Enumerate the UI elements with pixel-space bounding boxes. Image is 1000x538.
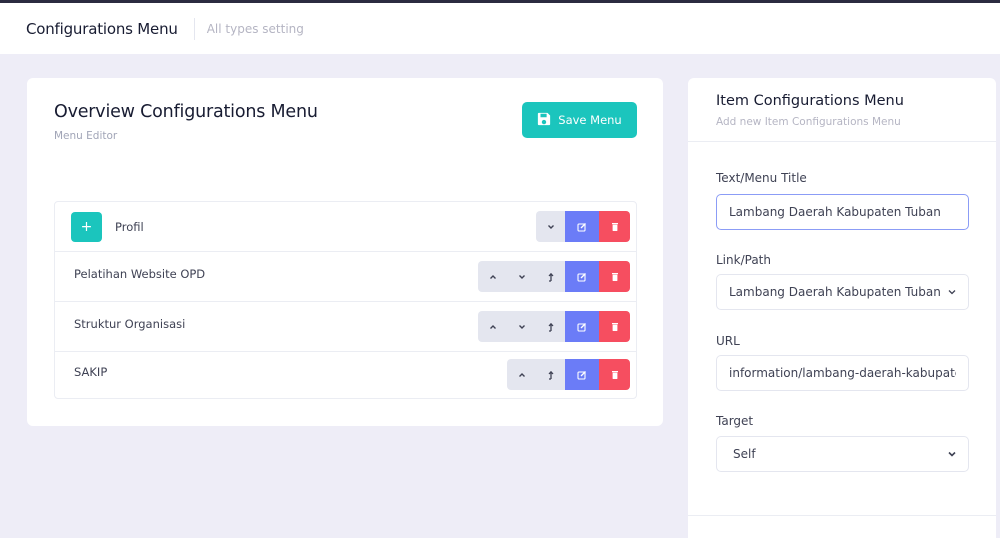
item-actions bbox=[536, 211, 630, 242]
overview-card: Overview Configurations Menu Menu Editor… bbox=[27, 78, 663, 426]
top-header: Configurations Menu All types setting bbox=[0, 3, 1000, 54]
move-up-button[interactable] bbox=[478, 311, 507, 342]
delete-button[interactable] bbox=[599, 261, 630, 292]
card-footer-divider bbox=[688, 515, 996, 516]
page-title: Configurations Menu bbox=[26, 19, 178, 38]
menu-item-label: SAKIP bbox=[74, 365, 108, 379]
move-down-button[interactable] bbox=[536, 211, 565, 242]
card-divider bbox=[688, 141, 996, 142]
menu-item-pelatihan[interactable]: Pelatihan Website OPD bbox=[55, 252, 636, 302]
chevron-down-icon bbox=[518, 324, 525, 329]
target-select[interactable]: Self bbox=[716, 436, 969, 472]
trash-icon bbox=[611, 322, 618, 331]
menu-item-label: Profil bbox=[115, 220, 144, 234]
move-down-button[interactable] bbox=[507, 261, 536, 292]
chevron-down-icon bbox=[518, 274, 525, 279]
chevron-down-icon bbox=[948, 451, 956, 457]
edit-icon bbox=[577, 272, 586, 282]
menu-list: + Profil Pelatihan Website OPD Struktur … bbox=[54, 201, 637, 399]
delete-button[interactable] bbox=[599, 359, 630, 390]
menu-item-label: Pelatihan Website OPD bbox=[74, 267, 206, 281]
outdent-button[interactable] bbox=[536, 261, 565, 292]
level-up-icon bbox=[548, 322, 553, 332]
edit-button[interactable] bbox=[565, 311, 599, 342]
trash-icon bbox=[611, 370, 618, 379]
chevron-up-icon bbox=[489, 324, 496, 329]
target-field-label: Target bbox=[716, 414, 754, 428]
chevron-down-icon bbox=[948, 290, 956, 295]
chevron-up-icon bbox=[518, 372, 525, 377]
outdent-button[interactable] bbox=[536, 359, 565, 390]
url-field-label: URL bbox=[716, 334, 740, 348]
menu-item-sakip[interactable]: SAKIP bbox=[55, 352, 636, 402]
target-value: Self bbox=[733, 447, 756, 461]
move-up-button[interactable] bbox=[507, 359, 536, 390]
overview-title: Overview Configurations Menu bbox=[54, 102, 318, 122]
url-value: information/lambang-daerah-kabupaten-tub… bbox=[729, 366, 956, 380]
text-field-label: Text/Menu Title bbox=[716, 171, 807, 185]
page-subtitle: All types setting bbox=[206, 21, 304, 36]
link-field-label: Link/Path bbox=[716, 253, 771, 267]
edit-button[interactable] bbox=[565, 211, 599, 242]
delete-button[interactable] bbox=[599, 311, 630, 342]
edit-icon bbox=[577, 370, 586, 380]
edit-button[interactable] bbox=[565, 261, 599, 292]
item-actions bbox=[478, 311, 630, 342]
chevron-down-icon bbox=[547, 224, 554, 229]
item-actions bbox=[478, 261, 630, 292]
move-down-button[interactable] bbox=[507, 311, 536, 342]
edit-button[interactable] bbox=[565, 359, 599, 390]
link-path-value: Lambang Daerah Kabupaten Tuban bbox=[729, 285, 941, 299]
chevron-up-icon bbox=[489, 274, 496, 279]
menu-item-profil[interactable]: + Profil bbox=[55, 202, 636, 252]
plus-icon: + bbox=[80, 219, 93, 235]
level-up-icon bbox=[548, 272, 553, 282]
header-divider bbox=[193, 17, 195, 40]
menu-item-struktur[interactable]: Struktur Organisasi bbox=[55, 302, 636, 352]
item-config-title: Item Configurations Menu bbox=[716, 93, 904, 109]
edit-icon bbox=[577, 222, 586, 232]
item-config-card: Item Configurations Menu Add new Item Co… bbox=[688, 78, 996, 538]
level-up-icon bbox=[548, 370, 553, 380]
url-input[interactable]: information/lambang-daerah-kabupaten-tub… bbox=[716, 355, 969, 391]
expand-button[interactable]: + bbox=[71, 212, 102, 242]
item-actions bbox=[507, 359, 630, 390]
item-config-subtitle: Add new Item Configurations Menu bbox=[716, 116, 901, 128]
overview-subtitle: Menu Editor bbox=[54, 130, 118, 142]
menu-title-input[interactable]: Lambang Daerah Kabupaten Tuban bbox=[716, 194, 969, 230]
save-icon bbox=[537, 112, 551, 129]
menu-item-label: Struktur Organisasi bbox=[74, 317, 186, 331]
trash-icon bbox=[611, 222, 618, 231]
trash-icon bbox=[611, 272, 618, 281]
save-menu-button[interactable]: Save Menu bbox=[522, 102, 637, 138]
menu-title-value: Lambang Daerah Kabupaten Tuban bbox=[729, 205, 941, 219]
move-up-button[interactable] bbox=[478, 261, 507, 292]
delete-button[interactable] bbox=[599, 211, 630, 242]
edit-icon bbox=[577, 322, 586, 332]
save-menu-label: Save Menu bbox=[558, 113, 622, 127]
outdent-button[interactable] bbox=[536, 311, 565, 342]
link-path-select[interactable]: Lambang Daerah Kabupaten Tuban bbox=[716, 274, 969, 310]
